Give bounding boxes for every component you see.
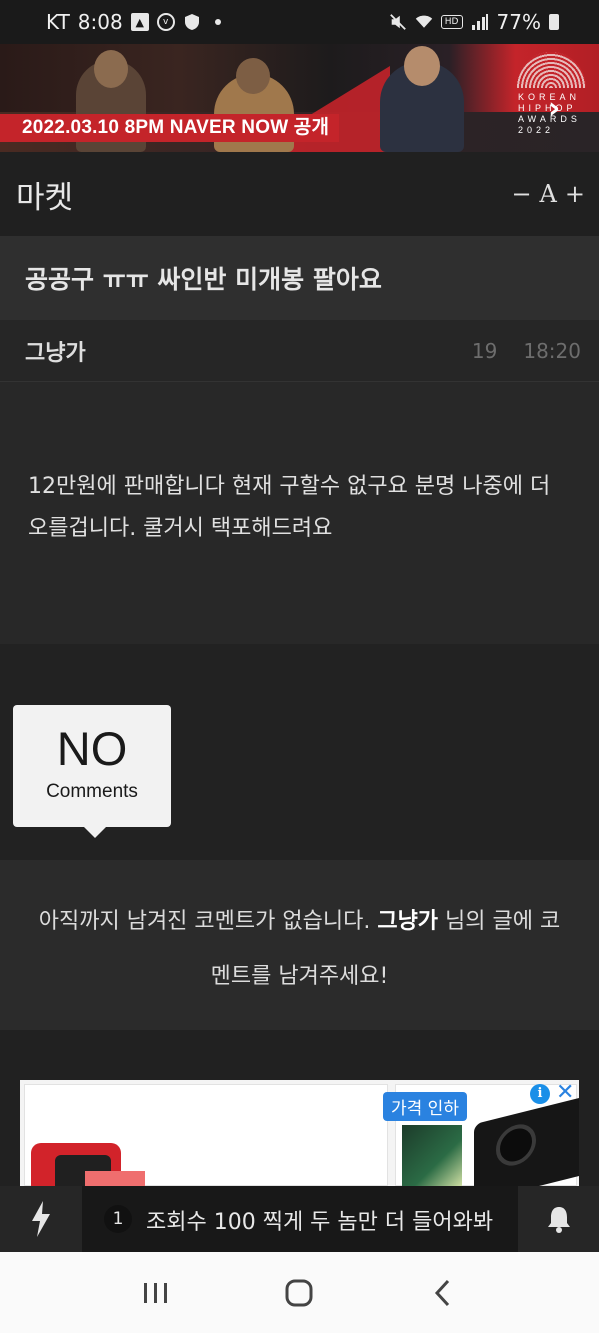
app-notification-icon: ▲ bbox=[130, 13, 149, 31]
empty-comments-author: 그냥가 bbox=[377, 909, 439, 934]
recents-icon bbox=[143, 1282, 167, 1303]
status-right: HD 77% bbox=[389, 10, 559, 34]
board-title: 마켓 bbox=[16, 179, 74, 216]
no-comments-small-text: Comments bbox=[46, 781, 138, 802]
trending-rank: 1 bbox=[104, 1205, 132, 1233]
bolt-button[interactable] bbox=[0, 1186, 82, 1252]
view-count: 19 bbox=[471, 338, 498, 363]
recents-button[interactable] bbox=[136, 1273, 176, 1313]
notifications-button[interactable] bbox=[518, 1186, 599, 1252]
system-nav-bar bbox=[0, 1252, 599, 1333]
ad-info-icon[interactable]: i bbox=[530, 1084, 550, 1104]
empty-comments-prefix: 아직까지 남겨진 코멘트가 없습니다. bbox=[38, 909, 378, 934]
banner-caption: 2022.03.10 8PM NAVER NOW 공개 bbox=[0, 114, 340, 142]
post-text: 12만원에 판매합니다 현재 구할수 없구요 분명 나중에 더 오를겁니다. 쿨… bbox=[28, 474, 551, 541]
clock: 8:08 bbox=[77, 10, 123, 34]
ad-product-left[interactable] bbox=[24, 1084, 388, 1186]
battery-percent: 77% bbox=[496, 10, 541, 34]
post-meta-right: 19 18:20 bbox=[472, 339, 581, 363]
more-notifications-dot bbox=[214, 19, 221, 25]
post-author[interactable]: 그냥가 bbox=[25, 335, 86, 367]
status-bar: KT 8:08 ▲ v HD 77% bbox=[0, 0, 599, 44]
signal-icon bbox=[471, 13, 489, 31]
font-size-controls: − A + bbox=[511, 180, 585, 208]
game-console-controller-image bbox=[85, 1171, 145, 1186]
post-title: 공공구 ㅠㅠ 싸인반 미개봉 팔아요 bbox=[25, 265, 382, 294]
post-title-row: 공공구 ㅠㅠ 싸인반 미개봉 팔아요 bbox=[0, 236, 599, 320]
comment-section: NO Comments bbox=[0, 644, 599, 860]
post-body: 12만원에 판매합니다 현재 구할수 없구요 분명 나중에 더 오를겁니다. 쿨… bbox=[0, 382, 599, 644]
no-comments-bubble: NO Comments bbox=[13, 705, 171, 827]
back-icon bbox=[435, 1279, 450, 1306]
ad-price-drop-badge: 가격 인하 bbox=[383, 1092, 467, 1121]
shield-icon bbox=[183, 13, 201, 31]
promo-banner[interactable]: 2022.03.10 8PM NAVER NOW 공개 KOREAN HIPHO… bbox=[0, 44, 599, 152]
home-icon bbox=[285, 1279, 313, 1306]
banner-person-middle-head bbox=[236, 58, 270, 94]
ad-close-icon[interactable]: ✕ bbox=[556, 1081, 574, 1105]
board-header: 마켓 − A + bbox=[0, 152, 599, 236]
status-left: KT 8:08 ▲ v bbox=[46, 10, 221, 34]
home-button[interactable] bbox=[279, 1273, 319, 1313]
post-time: 18:20 bbox=[523, 338, 581, 363]
bolt-icon bbox=[32, 1201, 50, 1237]
wifi-icon bbox=[415, 13, 433, 31]
logo-disc-icon bbox=[516, 52, 586, 88]
font-increase-button[interactable]: + bbox=[565, 180, 585, 208]
ad-banner[interactable] bbox=[20, 1080, 579, 1186]
back-button[interactable] bbox=[423, 1273, 463, 1313]
gpu-box-image bbox=[402, 1125, 462, 1186]
carrier-label: KT bbox=[46, 10, 70, 34]
vpn-notification-icon: v bbox=[156, 13, 175, 31]
font-decrease-button[interactable]: − bbox=[511, 180, 531, 208]
font-size-label: A bbox=[539, 180, 557, 208]
no-comments-big-text: NO bbox=[56, 722, 128, 775]
bell-icon bbox=[547, 1207, 570, 1233]
bottom-app-bar: 1 조회수 100 찍게 두 놈만 더 들어와봐 bbox=[0, 1186, 599, 1252]
banner-person-right-head bbox=[404, 46, 440, 86]
hd-icon: HD bbox=[440, 15, 463, 29]
banner-person-left-head bbox=[94, 50, 128, 88]
bubble-tail bbox=[84, 827, 106, 838]
trending-ticker[interactable]: 조회수 100 찍게 두 놈만 더 들어와봐 bbox=[146, 1204, 493, 1236]
empty-comments-message: 아직까지 남겨진 코멘트가 없습니다. 그냥가 님의 글에 코멘트를 남겨주세요… bbox=[30, 894, 569, 1004]
mute-icon bbox=[389, 13, 407, 31]
post-meta: 그냥가 19 18:20 bbox=[0, 320, 599, 382]
empty-comments-box: 아직까지 남겨진 코멘트가 없습니다. 그냥가 님의 글에 코멘트를 남겨주세요… bbox=[0, 860, 599, 1030]
banner-next-arrow-icon[interactable]: › bbox=[548, 94, 560, 124]
battery-icon bbox=[549, 14, 559, 30]
